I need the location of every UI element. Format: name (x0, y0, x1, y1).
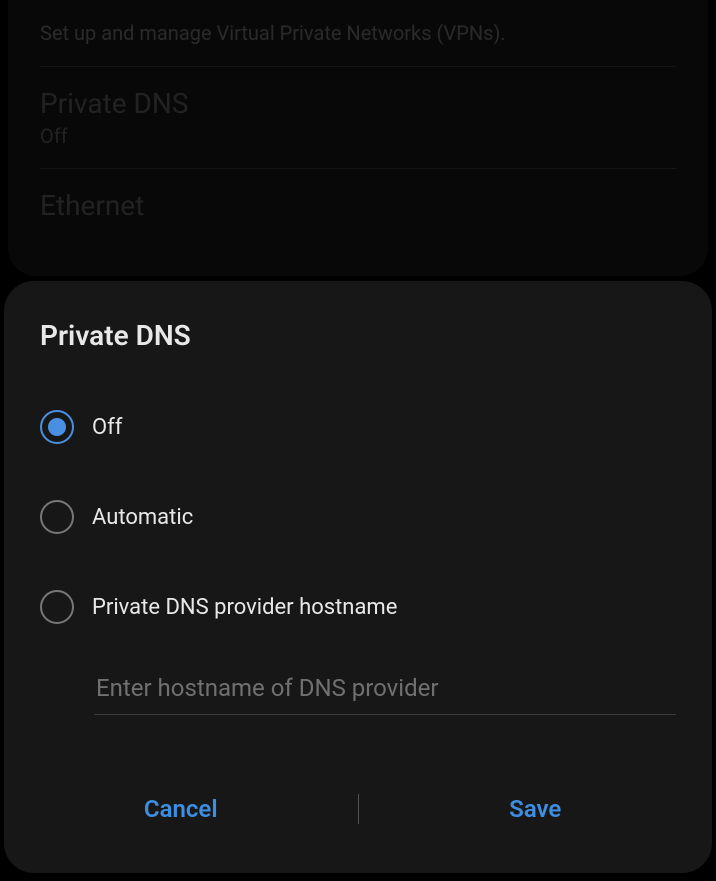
radio-button-icon (40, 590, 74, 624)
radio-label-hostname: Private DNS provider hostname (92, 595, 397, 620)
cancel-button[interactable]: Cancel (4, 785, 358, 833)
radio-option-off[interactable]: Off (4, 382, 712, 472)
hostname-input[interactable] (94, 666, 676, 715)
dialog-title: Private DNS (4, 319, 712, 382)
hostname-input-wrapper (4, 652, 712, 735)
radio-label-off: Off (92, 415, 122, 440)
private-dns-dialog: Private DNS Off Automatic Private DNS pr… (4, 281, 712, 873)
radio-selected-indicator (48, 418, 66, 436)
radio-label-automatic: Automatic (92, 505, 193, 530)
save-button[interactable]: Save (359, 785, 713, 833)
radio-option-automatic[interactable]: Automatic (4, 472, 712, 562)
dialog-actions: Cancel Save (4, 735, 712, 873)
radio-button-icon (40, 500, 74, 534)
radio-option-hostname[interactable]: Private DNS provider hostname (4, 562, 712, 652)
radio-button-icon (40, 410, 74, 444)
